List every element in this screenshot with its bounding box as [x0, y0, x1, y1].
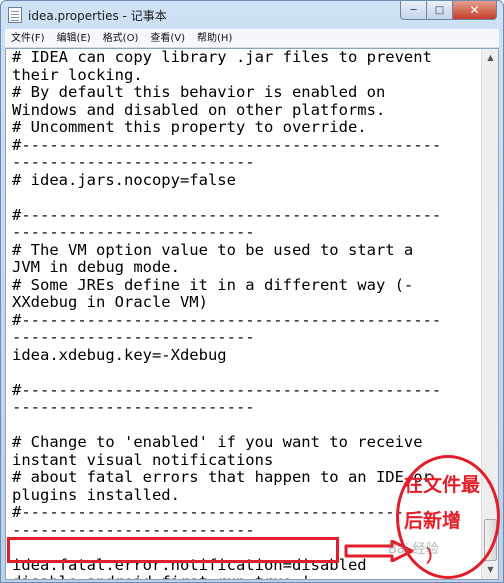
text-line[interactable]: #---------------------------------------…	[12, 206, 482, 225]
text-line[interactable]: XXdebug in Oracle VM)	[12, 293, 482, 312]
text-line[interactable]: --------------------------	[12, 223, 482, 242]
text-line[interactable]: instant visual notifications	[12, 451, 482, 470]
text-line[interactable]: # idea.jars.nocopy=false	[12, 171, 482, 190]
text-line[interactable]: --------------------------	[12, 153, 482, 172]
text-line[interactable]: # By default this behavior is enabled on	[12, 83, 482, 102]
maximize-button[interactable]: □	[427, 1, 453, 20]
notepad-icon	[8, 7, 22, 23]
text-line[interactable]: --------------------------	[12, 398, 482, 417]
close-button[interactable]: ✕	[453, 1, 497, 20]
text-line[interactable]: # The VM option value to be used to star…	[12, 241, 482, 260]
text-line[interactable]	[12, 189, 482, 207]
baidu-watermark: Bai 经验	[388, 542, 439, 557]
text-line[interactable]: #---------------------------------------…	[12, 136, 482, 155]
text-line[interactable]: their locking.	[12, 66, 482, 85]
text-line[interactable]: JVM in debug mode.	[12, 258, 482, 277]
text-line[interactable]: disable.android.first.run=true |	[12, 573, 482, 579]
window-title: idea.properties - 记事本	[28, 9, 167, 23]
text-line[interactable]: # Some JREs define it in a different way…	[12, 276, 482, 295]
text-line[interactable]: # Change to 'enabled' if you want to rec…	[12, 433, 482, 452]
menu-file[interactable]: 文件(F)	[5, 29, 51, 48]
menu-edit[interactable]: 编辑(E)	[51, 29, 97, 48]
text-line[interactable]: --------------------------	[12, 328, 482, 347]
menu-view[interactable]: 查看(V)	[144, 29, 191, 48]
annotation-text-line1: 在文件最	[404, 474, 481, 496]
caption-buttons: ─ □ ✕	[400, 1, 497, 20]
text-line[interactable]: #---------------------------------------…	[12, 311, 482, 330]
text-line[interactable]: # IDEA can copy library .jar files to pr…	[12, 49, 482, 67]
menu-bar: 文件(F) 编辑(E) 格式(O) 查看(V) 帮助(H)	[5, 29, 499, 48]
text-line[interactable]: #---------------------------------------…	[12, 381, 482, 400]
annotation-text-line2: 后新增	[404, 510, 462, 532]
text-line[interactable]	[12, 417, 482, 435]
scroll-up-icon[interactable]: ▲	[483, 50, 498, 66]
text-line[interactable]: Windows and disabled on other platforms.	[12, 101, 482, 120]
text-line[interactable]: # Uncomment this property to override.	[12, 118, 482, 137]
menu-help[interactable]: 帮助(H)	[191, 29, 238, 48]
minimize-button[interactable]: ─	[400, 1, 427, 20]
text-line[interactable]: idea.xdebug.key=-Xdebug	[12, 346, 482, 365]
scroll-down-icon[interactable]: ▼	[483, 562, 498, 578]
menu-format[interactable]: 格式(O)	[97, 29, 145, 48]
new-line-highlight-box	[7, 537, 339, 563]
title-bar[interactable]: idea.properties - 记事本 ─ □ ✕	[1, 1, 503, 29]
text-line[interactable]	[12, 364, 482, 382]
